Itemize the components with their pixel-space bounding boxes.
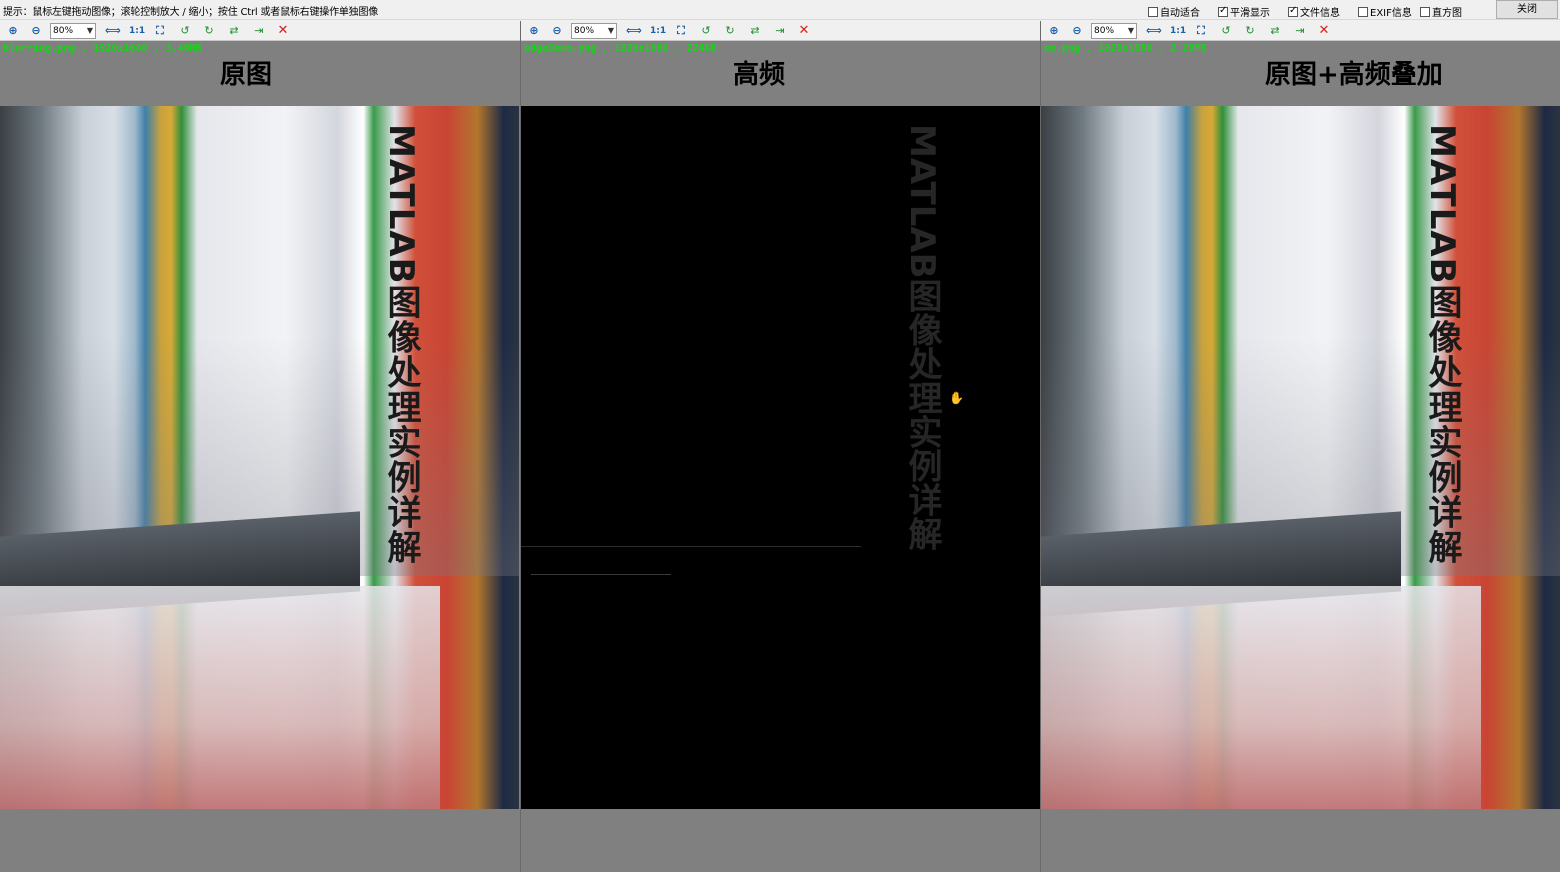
fit-icon[interactable]: ⟺: [626, 24, 642, 38]
zoom-select-value: 80%: [1094, 26, 1115, 36]
hand-cursor-icon: ✋: [949, 391, 964, 405]
rotate-left-icon[interactable]: ↺: [1219, 24, 1233, 38]
checkbox-smooth-display[interactable]: 平滑显示: [1218, 4, 1270, 19]
checkbox-histogram[interactable]: 直方图: [1420, 4, 1462, 19]
flip-icon[interactable]: ⇄: [227, 24, 241, 38]
checkbox-auto-fit[interactable]: 自动适合: [1148, 4, 1200, 19]
image-view[interactable]: MATLAB图像处理实例详解 ✋: [521, 106, 1040, 809]
image-panel-high-frequency[interactable]: ⊕ ⊖ 80% ▼ ⟺ 1:1 ⛶ ↺ ↻ ⇄ ⇥ ✕ edgeDemo.png …: [520, 21, 1040, 872]
panel-toolbar: ⊕ ⊖ 80% ▼ ⟺ 1:1 ⛶ ↺ ↻ ⇄ ⇥ ✕: [1041, 21, 1560, 41]
fullscreen-icon[interactable]: ⛶: [153, 24, 167, 38]
checkbox-histogram-label: 直方图: [1432, 8, 1462, 19]
file-info: edgeDemo.png , 1920x1080 , 224KB: [524, 43, 717, 54]
rotate-left-icon[interactable]: ↺: [178, 24, 192, 38]
zoom-select[interactable]: 80% ▼: [50, 23, 96, 39]
fit-icon[interactable]: ⟺: [105, 24, 121, 38]
export-icon[interactable]: ⇥: [773, 24, 787, 38]
zoom-in-icon[interactable]: ⊕: [6, 24, 20, 38]
top-bar: 提示：鼠标左键拖动图像；滚轮控制放大 / 缩小；按住 Ctrl 或者鼠标右键操作…: [0, 0, 1560, 20]
actual-size-button[interactable]: 1:1: [1170, 24, 1186, 38]
chevron-down-icon: ▼: [86, 26, 93, 35]
panel-title: 高频: [733, 60, 786, 90]
rotate-left-icon[interactable]: ↺: [699, 24, 713, 38]
zoom-out-icon[interactable]: ⊖: [1070, 24, 1084, 38]
flip-icon[interactable]: ⇄: [1268, 24, 1282, 38]
zoom-out-icon[interactable]: ⊖: [29, 24, 43, 38]
file-info: blurring.png , 1920x1080 , 3.46MB: [3, 43, 202, 54]
edge-line: [521, 546, 861, 547]
checkbox-file-info[interactable]: 文件信息: [1288, 4, 1340, 19]
panel-title: 原图: [220, 60, 273, 90]
image-view[interactable]: MATLAB图像处理实例详解: [1041, 106, 1560, 809]
checkbox-file-info-box[interactable]: [1288, 5, 1298, 17]
book-spine-text: MATLAB图像处理实例详解: [381, 124, 421, 565]
checkbox-auto-fit-box[interactable]: [1148, 6, 1158, 17]
edge-line: [531, 574, 671, 575]
zoom-in-icon[interactable]: ⊕: [1047, 24, 1061, 38]
checkbox-smooth-display-label: 平滑显示: [1230, 8, 1270, 19]
zoom-out-icon[interactable]: ⊖: [550, 24, 564, 38]
checkbox-exif-info-label: EXIF信息: [1370, 8, 1412, 19]
rotate-right-icon[interactable]: ↻: [723, 24, 737, 38]
close-icon[interactable]: ✕: [1317, 24, 1331, 38]
actual-size-button[interactable]: 1:1: [650, 24, 666, 38]
fullscreen-icon[interactable]: ⛶: [674, 24, 688, 38]
checkbox-file-info-label: 文件信息: [1300, 8, 1340, 19]
close-icon[interactable]: ✕: [797, 24, 811, 38]
rotate-right-icon[interactable]: ↻: [202, 24, 216, 38]
panel-toolbar: ⊕ ⊖ 80% ▼ ⟺ 1:1 ⛶ ↺ ↻ ⇄ ⇥ ✕: [0, 21, 520, 41]
checkbox-smooth-display-box[interactable]: [1218, 5, 1228, 17]
rotate-right-icon[interactable]: ↻: [1243, 24, 1257, 38]
chevron-down-icon: ▼: [1127, 26, 1134, 35]
panel-title: 原图+高频叠加: [1265, 60, 1443, 90]
book-spine-text: MATLAB图像处理实例详解: [1422, 124, 1462, 565]
close-button[interactable]: 关闭: [1496, 0, 1558, 19]
book-spine-text-edges: MATLAB图像处理实例详解: [902, 124, 942, 551]
zoom-select-value: 80%: [574, 26, 595, 36]
export-icon[interactable]: ⇥: [1293, 24, 1307, 38]
zoom-in-icon[interactable]: ⊕: [527, 24, 541, 38]
image-view[interactable]: MATLAB图像处理实例详解: [0, 106, 519, 809]
zoom-select[interactable]: 80% ▼: [571, 23, 617, 39]
image-panel-original[interactable]: ⊕ ⊖ 80% ▼ ⟺ 1:1 ⛶ ↺ ↻ ⇄ ⇥ ✕ blurring.png …: [0, 21, 520, 872]
flip-icon[interactable]: ⇄: [748, 24, 762, 38]
plastic-box-region: [1041, 586, 1481, 809]
fullscreen-icon[interactable]: ⛶: [1194, 24, 1208, 38]
checkbox-exif-info-box[interactable]: [1358, 6, 1368, 17]
actual-size-button[interactable]: 1:1: [129, 24, 145, 38]
file-info: ee.png , 1920x1080 , 2.26MB: [1044, 43, 1207, 54]
hint-text: 提示：鼠标左键拖动图像；滚轮控制放大 / 缩小；按住 Ctrl 或者鼠标右键操作…: [3, 7, 379, 18]
export-icon[interactable]: ⇥: [252, 24, 266, 38]
zoom-select-value: 80%: [53, 26, 74, 36]
checkbox-histogram-box[interactable]: [1420, 6, 1430, 17]
chevron-down-icon: ▼: [607, 26, 614, 35]
zoom-select[interactable]: 80% ▼: [1091, 23, 1137, 39]
fit-icon[interactable]: ⟺: [1146, 24, 1162, 38]
checkbox-exif-info[interactable]: EXIF信息: [1358, 4, 1412, 19]
panel-toolbar: ⊕ ⊖ 80% ▼ ⟺ 1:1 ⛶ ↺ ↻ ⇄ ⇥ ✕: [521, 21, 1040, 41]
plastic-box-region: [0, 586, 440, 809]
close-icon[interactable]: ✕: [276, 24, 290, 38]
checkbox-auto-fit-label: 自动适合: [1160, 8, 1200, 19]
image-panel-overlay[interactable]: ⊕ ⊖ 80% ▼ ⟺ 1:1 ⛶ ↺ ↻ ⇄ ⇥ ✕ ee.png , 1920…: [1040, 21, 1560, 872]
